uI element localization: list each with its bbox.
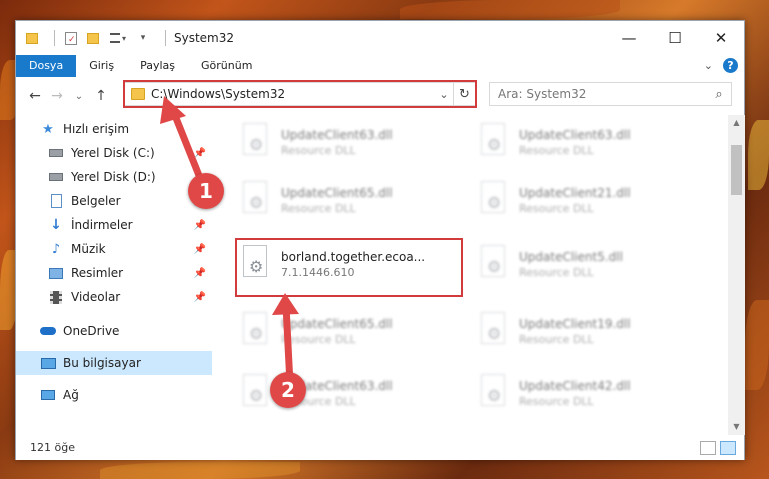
annotation-arrows [160, 96, 299, 388]
step-2-badge: 2 [270, 372, 306, 408]
step-1-badge: 1 [188, 173, 224, 209]
arrow-2-head [272, 293, 299, 315]
arrow-1-head [160, 96, 186, 124]
